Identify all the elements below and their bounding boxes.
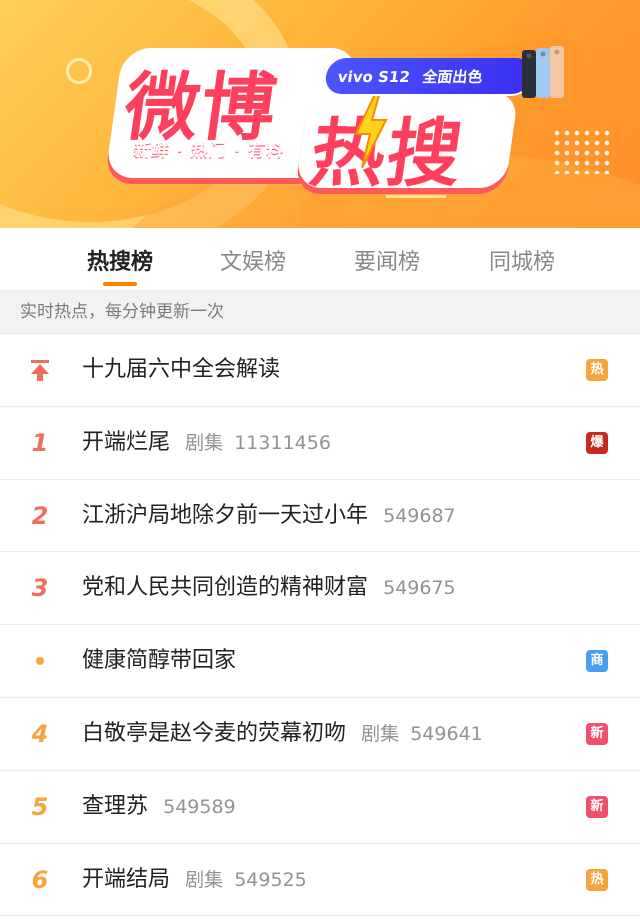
ad-brand: vivo S12 (336, 68, 412, 86)
item-content: 党和人民共同创造的精神财富 549675 (82, 552, 456, 624)
ad-tagline: 全面出色 (421, 68, 484, 86)
list-item[interactable]: 健康简醇带回家 商 (0, 625, 640, 698)
rank-number: 1 (31, 428, 49, 457)
item-title: 开端烂尾 (82, 429, 171, 455)
hot-badge: 热 (586, 359, 608, 381)
list-item[interactable]: 1 开端烂尾 剧集 11311456 爆 (0, 407, 640, 480)
item-content: 健康简醇带回家 (82, 625, 236, 697)
explosive-badge: 爆 (586, 431, 608, 454)
item-content: 江浙沪局地除夕前一天过小年 549687 (82, 480, 456, 552)
item-category: 剧集 (361, 722, 400, 745)
pin-top-icon (31, 360, 49, 381)
rank-number: 3 (31, 574, 49, 603)
tab-hot-search[interactable]: 热搜榜 (75, 244, 165, 276)
item-content: 白敬亭是赵今麦的荧幕初吻 剧集 549641 (82, 698, 483, 770)
list-item[interactable]: 4 白敬亭是赵今麦的荧幕初吻 剧集 549641 新 (0, 698, 640, 771)
item-category: 剧集 (185, 868, 224, 891)
hot-search-banner[interactable]: 微博 热搜 新鲜 · 热门 · 有料 vivo S12 全面出色 (0, 0, 640, 228)
item-count: 11311456 (234, 431, 331, 454)
ad-pill[interactable]: vivo S12 全面出色 (323, 58, 535, 94)
item-content: 十九届六中全会解读 (82, 334, 280, 406)
item-title: 健康简醇带回家 (82, 648, 237, 674)
new-badge: 新 (586, 722, 608, 745)
item-count: 549641 (410, 722, 483, 745)
item-count: 549589 (163, 795, 236, 818)
item-count: 549525 (234, 868, 307, 891)
rank-number: 4 (31, 719, 49, 748)
item-title: 十九届六中全会解读 (82, 357, 281, 382)
item-category: 剧集 (185, 431, 224, 454)
hot-search-list: 十九届六中全会解读 热 1 开端烂尾 剧集 11311456 爆 2 江浙沪局地… (0, 334, 640, 917)
new-badge: 新 (586, 795, 608, 818)
list-item[interactable]: 5 查理苏 549589 新 (0, 771, 640, 844)
item-title: 江浙沪局地除夕前一天过小年 (82, 502, 369, 528)
item-title: 白敬亭是赵今麦的荧幕初吻 (82, 720, 347, 746)
tab-entertainment[interactable]: 文娱榜 (208, 244, 298, 276)
active-tab-indicator (103, 282, 137, 286)
ranking-tabs: 热搜榜 文娱榜 要闻榜 同城榜 (0, 228, 640, 290)
list-item[interactable]: 2 江浙沪局地除夕前一天过小年 549687 (0, 480, 640, 553)
rank-number: 2 (31, 501, 49, 530)
list-item[interactable]: 3 党和人民共同创造的精神财富 549675 (0, 552, 640, 626)
list-item[interactable]: 6 开端结局 剧集 549525 热 (0, 844, 640, 917)
dot-icon (36, 657, 44, 666)
item-title: 开端结局 (82, 866, 171, 892)
list-item[interactable]: 十九届六中全会解读 热 (0, 334, 640, 407)
lightning-bolt-icon (354, 91, 388, 169)
update-note: 实时热点，每分钟更新一次 (0, 290, 640, 334)
item-count: 549687 (383, 504, 456, 527)
hot-badge: 热 (586, 868, 608, 891)
phones-product-icon (522, 46, 564, 98)
ad-badge: 商 (586, 650, 608, 673)
banner-slogan: 新鲜 · 热门 · 有料 (132, 141, 286, 161)
tab-news[interactable]: 要闻榜 (342, 244, 432, 276)
item-content: 开端烂尾 剧集 11311456 (82, 407, 331, 479)
item-title: 党和人民共同创造的精神财富 (82, 575, 369, 601)
tab-local[interactable]: 同城榜 (477, 244, 567, 276)
banner-ring (66, 58, 92, 84)
rank-number: 6 (31, 865, 49, 894)
item-content: 查理苏 549589 (82, 771, 236, 843)
item-count: 549675 (383, 577, 456, 600)
banner-dot-pattern (552, 128, 614, 174)
item-title: 查理苏 (82, 793, 149, 819)
item-content: 开端结局 剧集 549525 (82, 844, 307, 916)
rank-number: 5 (31, 792, 49, 821)
